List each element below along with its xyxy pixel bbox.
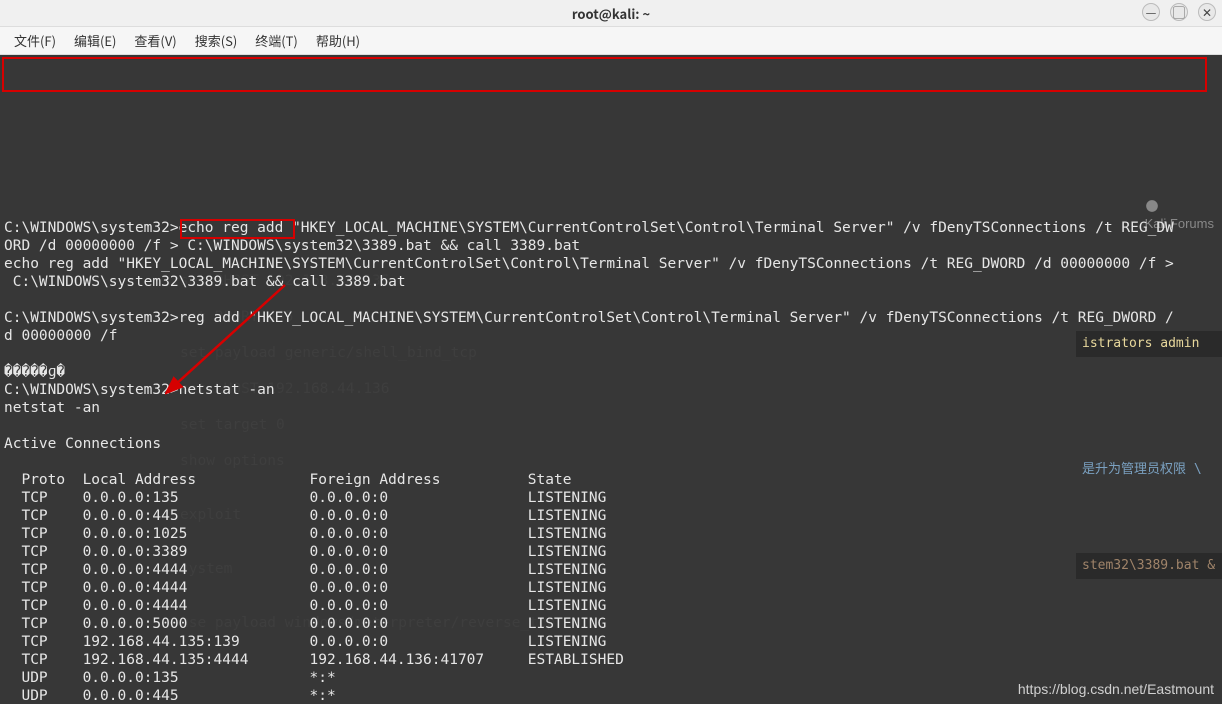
terminal-viewport[interactable]: Kali Forums istrators admin 是升为管理员权限 \ s… (0, 55, 1222, 704)
menubar: 文件(F) 编辑(E) 查看(V) 搜索(S) 终端(T) 帮助(H) (0, 27, 1222, 55)
terminal-output: C:\WINDOWS\system32>echo reg add "HKEY_L… (4, 219, 1218, 704)
highlight-box-echo-cmd (2, 57, 1207, 92)
menu-view[interactable]: 查看(V) (126, 28, 184, 53)
titlebar[interactable]: root@kali: ~ — ▢ ✕ (0, 0, 1222, 27)
maximize-button[interactable]: ▢ (1170, 3, 1188, 21)
menu-terminal[interactable]: 终端(T) (247, 28, 306, 53)
window-buttons: — ▢ ✕ (1142, 3, 1216, 21)
menu-help[interactable]: 帮助(H) (308, 28, 368, 53)
minimize-button[interactable]: — (1142, 3, 1160, 21)
window-title: root@kali: ~ (572, 4, 650, 23)
watermark: https://blog.csdn.net/Eastmount (1018, 680, 1214, 698)
menu-search[interactable]: 搜索(S) (187, 28, 246, 53)
menu-edit[interactable]: 编辑(E) (66, 28, 124, 53)
terminal-window: root@kali: ~ — ▢ ✕ 文件(F) 编辑(E) 查看(V) 搜索(… (0, 0, 1222, 704)
close-button[interactable]: ✕ (1198, 3, 1216, 21)
menu-file[interactable]: 文件(F) (6, 28, 64, 53)
